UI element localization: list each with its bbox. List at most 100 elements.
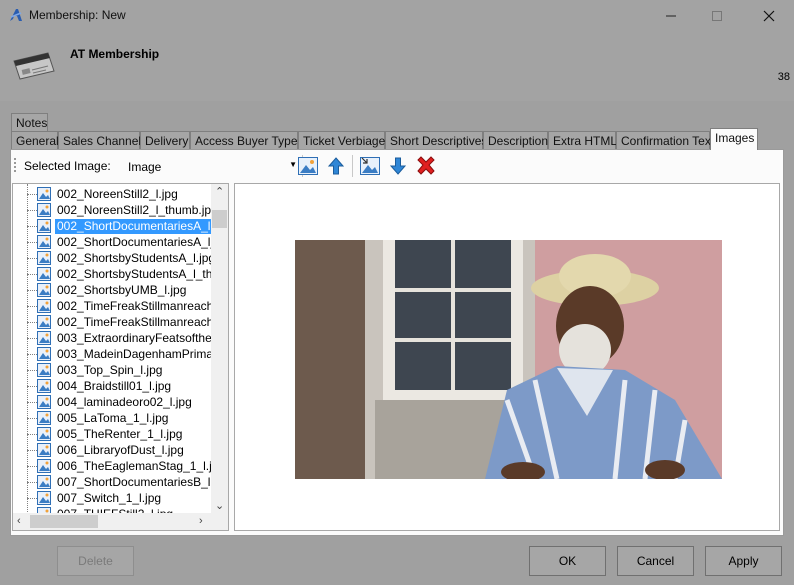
scroll-right-icon[interactable]: ›	[199, 515, 203, 527]
tree-file-name: 006_LibraryofDust_l.jpg	[57, 443, 184, 457]
tab-label: Confirmation Text	[621, 134, 715, 148]
tree-file-name: 003_ExtraordinaryFeatsoftheSev	[57, 331, 211, 345]
ok-button-label: OK	[558, 554, 577, 568]
tree-branch	[27, 290, 37, 291]
add-image-icon	[298, 157, 318, 175]
tree-file-item[interactable]: 003_Top_Spin_l.jpg	[13, 362, 213, 378]
image-file-icon	[37, 331, 51, 345]
tab-general[interactable]: General	[11, 131, 59, 150]
tree-file-name: 002_ShortDocumentariesA_l.jpg	[55, 219, 228, 234]
tab-delivery[interactable]: Delivery	[140, 131, 190, 150]
tree-branch	[27, 210, 37, 211]
tab-confirmation-text[interactable]: Confirmation Text	[616, 131, 714, 150]
delete-image-button[interactable]	[414, 154, 438, 178]
tree-file-item[interactable]: 002_NoreenStill2_l_thumb.jpg	[13, 202, 213, 218]
tab-description[interactable]: Description	[483, 131, 548, 150]
image-file-tree[interactable]: 002_NoreenStill2_l.jpg 002_NoreenStill2_l…	[12, 183, 229, 531]
tab-label: Access Buyer Types	[195, 134, 304, 148]
window-title: Membership: New	[29, 8, 126, 22]
scrollbar-thumb[interactable]	[212, 210, 227, 228]
close-button[interactable]	[746, 0, 792, 31]
scroll-up-icon[interactable]: ⌃	[215, 186, 224, 198]
image-file-icon	[37, 395, 51, 409]
selected-image-dropdown[interactable]: Image ▼	[122, 155, 300, 177]
tree-file-item[interactable]: 002_ShortDocumentariesA_l.jpg	[13, 218, 228, 234]
tree-file-name: 002_NoreenStill2_l.jpg	[57, 187, 178, 201]
tree-file-item[interactable]: 002_TimeFreakStillmanreacheso	[13, 314, 213, 330]
tree-branch	[27, 450, 37, 451]
selected-image-label: Selected Image:	[24, 159, 111, 173]
tab-ticket-verbiage[interactable]: Ticket Verbiage	[298, 131, 385, 150]
tree-file-name: 002_TimeFreakStillmanreacheso	[57, 315, 211, 329]
membership-card-icon	[13, 52, 55, 80]
add-image-button[interactable]	[296, 154, 320, 178]
tree-file-name: 002_TimeFreakStillmanreacheso	[57, 299, 211, 313]
selected-image-value: Image	[128, 160, 162, 174]
minimize-button[interactable]	[648, 0, 694, 31]
tree-file-item[interactable]: 007_Switch_1_l.jpg	[13, 490, 213, 506]
tree-file-name: 007_ShortDocumentariesB_l.jpg	[57, 475, 211, 489]
tab-label: General	[16, 134, 59, 148]
record-count: 38	[777, 71, 790, 83]
tree-file-item[interactable]: 002_ShortsbyStudentsA_l_thumb	[13, 266, 213, 282]
tab-short-descriptives[interactable]: Short Descriptives	[385, 131, 487, 150]
tree-file-item[interactable]: 003_ExtraordinaryFeatsoftheSev	[13, 330, 213, 346]
tree-file-name: 002_ShortsbyUMB_l.jpg	[57, 283, 187, 297]
tree-file-item[interactable]: 005_TheRenter_1_l.jpg	[13, 426, 213, 442]
tree-file-item[interactable]: 004_Braidstill01_l.jpg	[13, 378, 213, 394]
apply-button[interactable]: Apply	[705, 546, 782, 576]
tab-label: Ticket Verbiage	[303, 134, 386, 148]
tab-label: Description	[488, 134, 549, 148]
tree-file-item[interactable]: 006_LibraryofDust_l.jpg	[13, 442, 213, 458]
tree-file-item[interactable]: 002_ShortDocumentariesA_l_thu	[13, 234, 213, 250]
tree-vertical-scrollbar[interactable]: ⌃ ⌄	[211, 184, 228, 514]
tab-access-buyer-types[interactable]: Access Buyer Types	[190, 131, 304, 150]
tree-file-item[interactable]: 002_ShortsbyStudentsA_l.jpg	[13, 250, 213, 266]
tree-file-item[interactable]: 003_MadeinDagenhamPrimary_V	[13, 346, 213, 362]
ok-button[interactable]: OK	[529, 546, 606, 576]
image-file-icon	[37, 347, 51, 361]
tab-extra-html[interactable]: Extra HTML	[548, 131, 617, 150]
tree-file-item[interactable]: 005_LaToma_1_l.jpg	[13, 410, 213, 426]
delete-icon	[417, 156, 435, 175]
tree-file-name: 002_ShortsbyStudentsA_l_thumb	[57, 267, 211, 281]
image-toolbar: Selected Image: Image ▼	[12, 152, 782, 180]
image-file-icon	[37, 283, 51, 297]
image-file-icon	[37, 379, 51, 393]
cancel-button[interactable]: Cancel	[617, 546, 694, 576]
app-logo-icon	[10, 9, 22, 21]
tree-file-name: 003_Top_Spin_l.jpg	[57, 363, 163, 377]
toolbar-grip-icon	[14, 158, 16, 172]
move-down-button[interactable]	[386, 154, 410, 178]
image-file-icon	[37, 427, 51, 441]
tree-file-item[interactable]: 002_TimeFreakStillmanreacheso	[13, 298, 213, 314]
delete-button[interactable]: Delete	[57, 546, 134, 576]
tab-label: Notes	[16, 116, 48, 130]
image-file-icon	[37, 315, 51, 329]
tree-branch	[27, 482, 37, 483]
tree-file-item[interactable]: 004_laminadeoro02_l.jpg	[13, 394, 213, 410]
scroll-down-icon[interactable]: ⌄	[215, 500, 224, 512]
replace-image-button[interactable]	[358, 154, 382, 178]
tree-file-item[interactable]: 002_NoreenStill2_l.jpg	[13, 186, 213, 202]
maximize-button[interactable]	[694, 0, 740, 31]
tab-sales-channel[interactable]: Sales Channel	[58, 131, 141, 150]
tree-branch	[27, 242, 37, 243]
tab-notes[interactable]: Notes	[11, 113, 48, 132]
move-up-button[interactable]	[324, 154, 348, 178]
toolbar-separator	[352, 155, 353, 177]
tree-horizontal-scrollbar[interactable]: ‹ ›	[13, 513, 228, 530]
scrollbar-thumb[interactable]	[30, 515, 98, 528]
tree-file-item[interactable]: 007_ShortDocumentariesB_l.jpg	[13, 474, 213, 490]
scroll-left-icon[interactable]: ‹	[17, 515, 21, 527]
tree-file-item[interactable]: 006_TheEaglemanStag_1_l.jpg	[13, 458, 213, 474]
tree-file-item[interactable]: 002_ShortsbyUMB_l.jpg	[13, 282, 213, 298]
tree-branch	[27, 258, 37, 259]
tab-images[interactable]: Images	[710, 128, 758, 150]
tree-branch	[27, 194, 37, 195]
title-bar: Membership: New	[0, 0, 794, 31]
delete-button-label: Delete	[78, 554, 113, 568]
tree-branch	[27, 354, 37, 355]
tree-file-name: 002_NoreenStill2_l_thumb.jpg	[57, 203, 211, 217]
tree-file-name: 005_LaToma_1_l.jpg	[57, 411, 169, 425]
